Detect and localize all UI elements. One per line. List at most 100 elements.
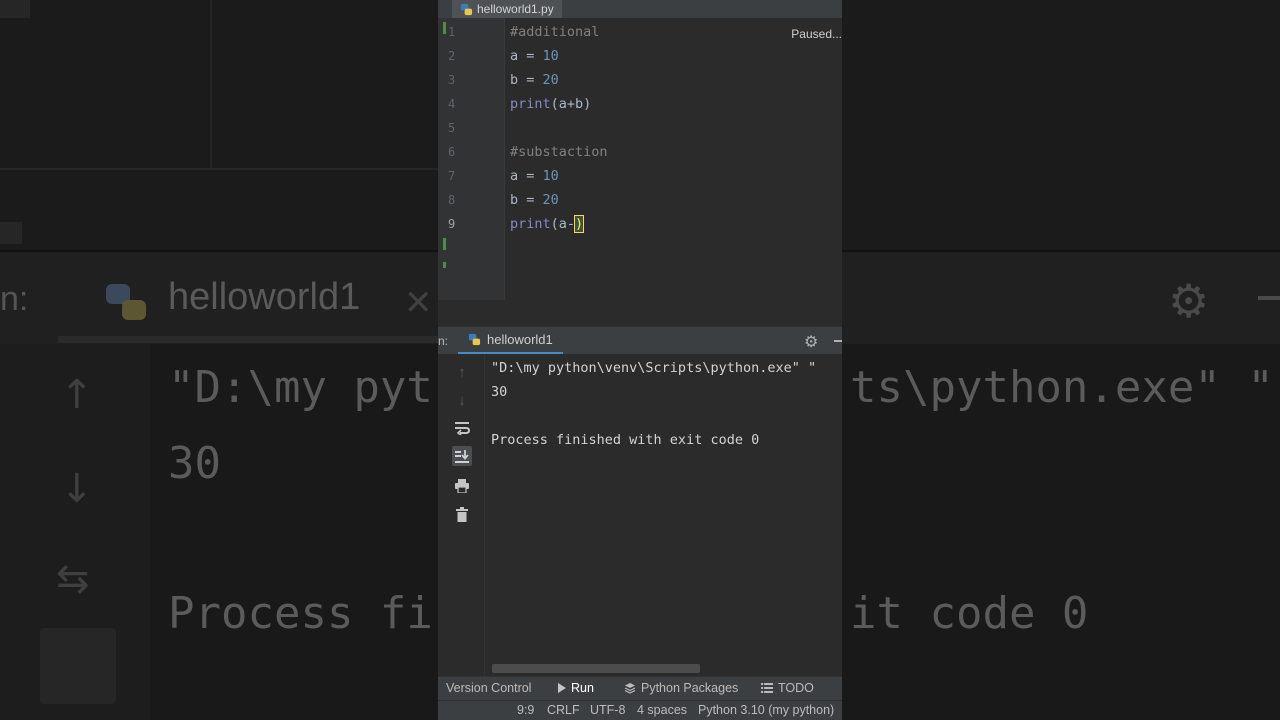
- code-token: #additional: [510, 24, 600, 40]
- scroll-to-end-glyph: [455, 450, 469, 463]
- list-icon: [761, 683, 773, 693]
- console-result-line: 30: [491, 384, 508, 400]
- file-encoding[interactable]: UTF-8: [590, 703, 625, 717]
- python-file-icon: [460, 3, 473, 15]
- caret-bracket: ): [574, 215, 585, 233]
- code-line[interactable]: a = 10: [510, 164, 559, 188]
- tool-python-packages-label: Python Packages: [641, 681, 739, 695]
- up-arrow-icon[interactable]: ↑: [452, 362, 472, 382]
- line-number: 6: [448, 145, 456, 159]
- python-interpreter[interactable]: Python 3.10 (my python): [698, 703, 834, 717]
- indent-setting[interactable]: 4 spaces: [637, 703, 687, 717]
- run-panel-title: n:: [438, 334, 449, 348]
- code-token: 10: [542, 168, 559, 184]
- bg-result-text: 30: [168, 438, 221, 489]
- editor-tab-helloworld1[interactable]: helloworld1.py: [452, 0, 562, 18]
- change-marker: [443, 238, 446, 250]
- line-number: 5: [448, 121, 456, 135]
- code-token: 20: [542, 72, 559, 88]
- bg-python-icon: [106, 284, 146, 320]
- print-icon[interactable]: [452, 476, 472, 496]
- python-run-icon: [468, 333, 481, 346]
- tool-todo[interactable]: TODO: [761, 681, 814, 695]
- bg-scroll-end-icon: [40, 628, 116, 704]
- console-horizontal-scrollbar[interactable]: [492, 664, 700, 673]
- code-token: (a+b): [550, 96, 592, 112]
- tool-version-control[interactable]: Version Control: [446, 681, 531, 695]
- code-token: print: [510, 96, 551, 112]
- code-line[interactable]: #additional: [510, 20, 599, 44]
- video-frame: n: helloworld1 ✕ ⚙ "D:\my pyt ts\python.…: [0, 0, 1280, 720]
- line-separator[interactable]: CRLF: [547, 703, 580, 717]
- line-number: 7: [448, 169, 456, 183]
- code-editor[interactable]: 123456789 #additional a = 10 b = 20 print(a…: [438, 18, 842, 318]
- code-token: b =: [510, 192, 543, 208]
- gear-icon[interactable]: ⚙: [804, 332, 818, 352]
- tool-window-bar: Version Control Run Python Packages TODO: [438, 676, 842, 700]
- bg-down-arrow-icon: ↓: [60, 466, 94, 512]
- editor-tab-label: helloworld1.py: [477, 2, 554, 16]
- down-arrow-icon[interactable]: ↓: [452, 390, 472, 410]
- line-number: 4: [448, 97, 456, 111]
- trash-icon[interactable]: [452, 504, 472, 524]
- bg-up-arrow-icon: ↑: [60, 372, 94, 418]
- run-panel-header: n: helloworld1 ⚙: [438, 326, 842, 355]
- line-number: 3: [448, 73, 456, 87]
- line-number: 2: [448, 49, 456, 63]
- code-line[interactable]: b = 20: [510, 68, 559, 92]
- code-token: print: [510, 216, 551, 232]
- code-line[interactable]: b = 20: [510, 188, 559, 212]
- status-bar: 9:9 CRLF UTF-8 4 spaces Python 3.10 (my …: [438, 700, 842, 720]
- soft-wrap-icon[interactable]: [452, 418, 472, 438]
- change-marker: [443, 22, 446, 34]
- bg-wrap-icon: ⇆: [56, 556, 90, 602]
- line-number: 1: [448, 25, 456, 39]
- tool-run[interactable]: Run: [558, 681, 594, 695]
- code-token: b =: [510, 72, 543, 88]
- bg-command-text-right: ts\python.exe" ": [850, 362, 1274, 413]
- ide-window: helloworld1.py 1 2 3 4 5 6 7 8 9 #additional a = …: [438, 0, 842, 720]
- bg-command-text: "D:\my pyt: [168, 362, 433, 413]
- code-line[interactable]: a = 10: [510, 44, 559, 68]
- console-toolbar: ↑ ↓: [438, 354, 485, 676]
- line-number: 9: [448, 217, 456, 231]
- console-command-line: "D:\my python\venv\Scripts\python.exe" ": [491, 360, 817, 376]
- trash-glyph: [456, 506, 468, 522]
- scroll-to-end-icon[interactable]: [452, 446, 472, 466]
- tool-python-packages[interactable]: Python Packages: [624, 681, 738, 695]
- play-icon: [558, 683, 566, 693]
- code-line[interactable]: print(a+b): [510, 92, 591, 116]
- print-glyph: [455, 479, 469, 493]
- code-token: 10: [542, 48, 559, 64]
- run-tab-helloworld1[interactable]: helloworld1: [458, 327, 563, 355]
- run-console[interactable]: ↑ ↓ "D:\my python\venv\Scripts\python.ex…: [438, 354, 842, 676]
- layers-icon: [624, 683, 636, 694]
- editor-tabbar: helloworld1.py: [438, 0, 842, 18]
- tool-todo-label: TODO: [778, 681, 814, 695]
- bg-run-label: n:: [0, 280, 29, 318]
- run-tab-label: helloworld1: [487, 332, 553, 347]
- tool-run-label: Run: [571, 681, 594, 695]
- line-number: 8: [448, 193, 456, 207]
- caret-position[interactable]: 9:9: [517, 703, 534, 717]
- code-token: #substaction: [510, 144, 608, 160]
- code-token: (a-: [550, 216, 576, 232]
- soft-wrap-glyph: [455, 422, 470, 435]
- code-line[interactable]: print(a-): [510, 212, 585, 236]
- editor-bottom-area: [438, 300, 842, 326]
- tool-version-control-label: Version Control: [446, 681, 532, 695]
- code-token: a =: [510, 168, 543, 184]
- status-paused: Paused...: [791, 27, 842, 41]
- code-line[interactable]: #substaction: [510, 140, 608, 164]
- bg-finish-text: Process fi: [168, 588, 433, 639]
- code-lines[interactable]: #additional a = 10 b = 20 print(a+b) #substa…: [510, 18, 842, 318]
- bg-tab-label: helloworld1: [168, 276, 361, 318]
- bg-finish-text-right: it code 0: [850, 588, 1089, 639]
- bg-gear-icon: ⚙: [1168, 274, 1210, 328]
- change-marker: [443, 262, 446, 268]
- code-token: 20: [542, 192, 559, 208]
- minimize-icon[interactable]: [834, 340, 842, 342]
- bg-close-icon: ✕: [404, 283, 433, 323]
- console-exit-line: Process finished with exit code 0: [491, 432, 760, 448]
- bg-minimize-icon: [1258, 296, 1280, 300]
